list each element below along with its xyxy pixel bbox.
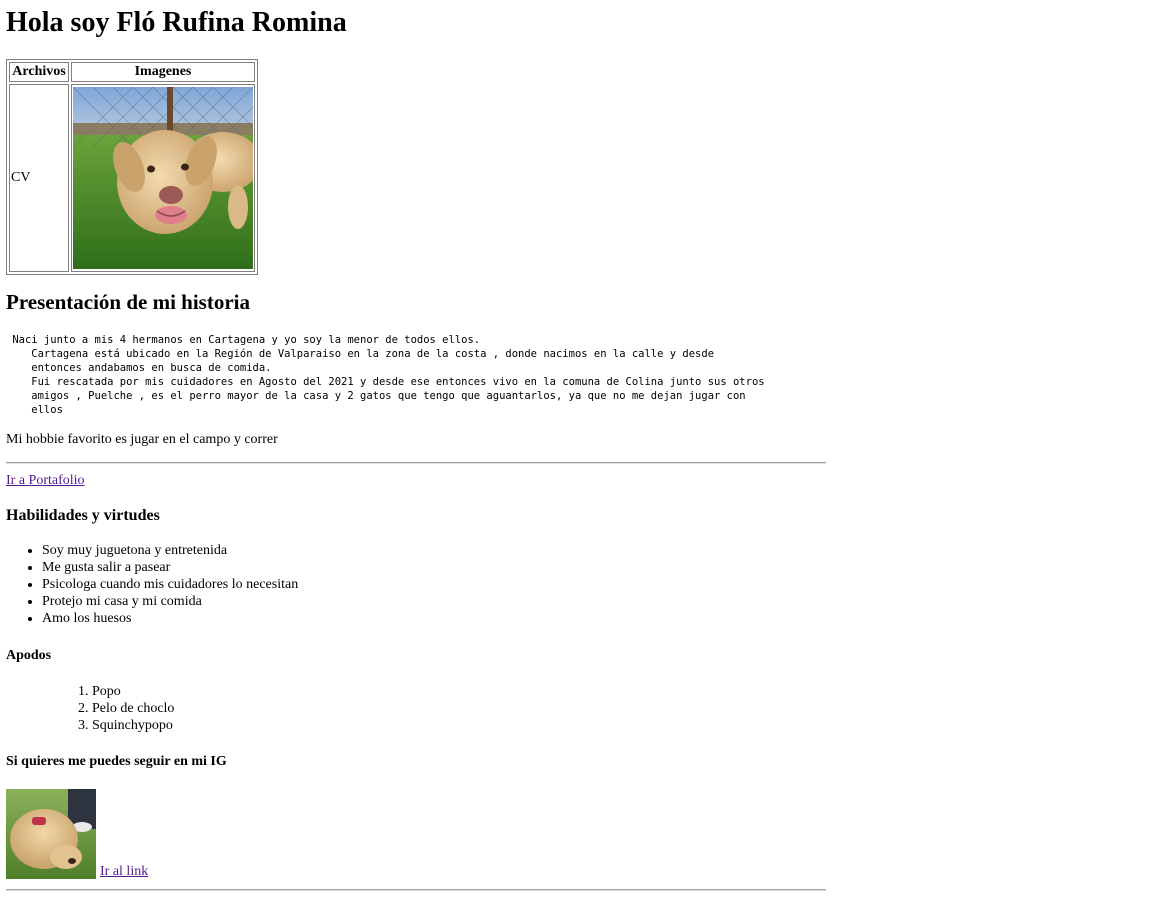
story-heading: Presentación de mi historia xyxy=(6,290,251,314)
portfolio-link[interactable]: Ir a Portafolio xyxy=(6,472,85,490)
header-archivos: Archivos xyxy=(9,62,69,82)
nicknames-list: Popo Pelo de choclo Squinchypopo xyxy=(6,683,174,734)
list-item: Psicologa cuando mis cuidadores lo neces… xyxy=(42,576,298,593)
skills-list: Soy muy juguetona y entretenida Me gusta… xyxy=(6,542,298,627)
hobby-text: Mi hobbie favorito es jugar en el campo … xyxy=(6,432,278,447)
instagram-row: Ir al link xyxy=(6,789,148,881)
divider xyxy=(6,889,826,891)
list-item: Me gusta salir a pasear xyxy=(42,559,298,576)
list-item: Squinchypopo xyxy=(92,717,174,734)
nicknames-heading: Apodos xyxy=(6,648,52,663)
instagram-heading: Si quieres me puedes seguir en mi IG xyxy=(6,754,227,769)
list-item: Pelo de choclo xyxy=(92,700,174,717)
media-table: Archivos Imagenes CV xyxy=(6,59,258,275)
dog-photo xyxy=(73,87,253,269)
divider xyxy=(6,462,826,464)
cv-cell: CV xyxy=(9,84,69,272)
list-item: Amo los huesos xyxy=(42,610,298,627)
list-item: Popo xyxy=(92,683,174,700)
page-title: Hola soy Fló Rufina Romina xyxy=(6,7,347,38)
dog-thumbnail[interactable] xyxy=(6,789,96,879)
instagram-link[interactable]: Ir al link xyxy=(100,864,148,879)
image-cell xyxy=(71,84,255,272)
skills-heading: Habilidades y virtudes xyxy=(6,507,160,524)
list-item: Protejo mi casa y mi comida xyxy=(42,593,298,610)
story-text: Naci junto a mis 4 hermanos en Cartagena… xyxy=(12,334,765,416)
header-imagenes: Imagenes xyxy=(71,62,255,82)
list-item: Soy muy juguetona y entretenida xyxy=(42,542,298,559)
